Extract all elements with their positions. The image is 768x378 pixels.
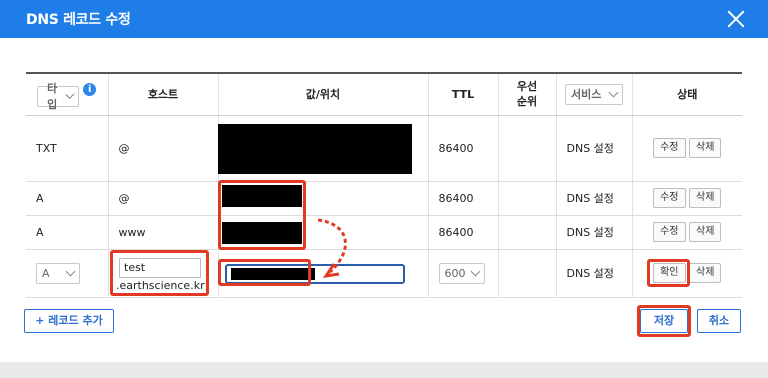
record-type: TXT — [26, 115, 109, 182]
priority-header: 우선 순위 — [498, 72, 557, 116]
delete-button[interactable]: 삭제 — [689, 222, 722, 242]
record-actions: 수정 삭제 — [632, 181, 742, 216]
record-service: DNS 설정 — [556, 215, 633, 250]
edit-button[interactable]: 수정 — [653, 138, 686, 158]
record-type: A — [26, 181, 109, 216]
annotation-box — [218, 180, 306, 250]
record-priority — [498, 215, 557, 250]
info-icon[interactable]: i — [83, 82, 97, 96]
service-filter-select[interactable]: 서비스 — [565, 83, 623, 105]
service-header: 서비스 — [556, 72, 633, 116]
chevron-down-icon — [65, 89, 75, 99]
edit-ttl-cell: 600 — [428, 249, 499, 298]
record-ttl: 86400 — [428, 115, 499, 182]
type-header: 타입 i — [26, 72, 109, 116]
save-button[interactable]: 저장 — [640, 309, 688, 333]
ttl-select-value: 600 — [444, 266, 466, 280]
delete-button[interactable]: 삭제 — [689, 138, 722, 158]
table-row: A @ 86400 DNS 설정 수정 삭제 — [26, 181, 742, 216]
dialog-title: DNS 레코드 수정 — [26, 12, 131, 28]
edit-priority-cell — [498, 249, 557, 298]
record-host: www — [108, 215, 219, 250]
chevron-down-icon — [470, 266, 480, 276]
record-priority — [498, 115, 557, 182]
ttl-header: TTL — [428, 72, 499, 116]
cancel-button[interactable]: 취소 — [697, 309, 741, 333]
service-filter-label: 서비스 — [571, 88, 602, 102]
type-filter-label: 타입 — [47, 82, 58, 111]
annotation-box — [110, 250, 209, 296]
dialog-titlebar: DNS 레코드 수정 — [0, 0, 768, 38]
redacted-value — [218, 124, 412, 174]
edit-button[interactable]: 수정 — [653, 222, 686, 242]
annotation-arrow-icon — [317, 218, 347, 279]
record-host: @ — [108, 115, 219, 182]
record-type: A — [26, 215, 109, 250]
status-header: 상태 — [632, 72, 742, 116]
record-priority — [498, 181, 557, 216]
chevron-down-icon — [608, 87, 619, 98]
delete-button[interactable]: 삭제 — [689, 263, 722, 283]
type-filter-select[interactable]: 타입 — [37, 82, 80, 111]
dns-edit-dialog: DNS 레코드 수정 타입 i 호스트 값/위치 TTL 우선 순위 서비스 상… — [0, 0, 768, 362]
table-row: A www 86400 DNS 설정 수정 삭제 — [26, 215, 742, 250]
annotation-box — [647, 259, 690, 287]
host-header: 호스트 — [108, 72, 219, 116]
delete-button[interactable]: 삭제 — [689, 188, 722, 208]
ttl-select[interactable]: 600 — [438, 262, 485, 284]
close-icon[interactable] — [724, 7, 748, 31]
record-service: DNS 설정 — [556, 115, 633, 182]
annotation-box — [218, 259, 311, 286]
record-actions: 수정 삭제 — [632, 115, 742, 182]
record-actions: 수정 삭제 — [632, 215, 742, 250]
record-ttl: 86400 — [428, 181, 499, 216]
edit-service: DNS 설정 — [556, 249, 633, 298]
chevron-down-icon — [65, 266, 76, 276]
add-record-button[interactable]: + 레코드 추가 — [24, 309, 114, 333]
table-header: 타입 i 호스트 값/위치 TTL 우선 순위 서비스 상태 — [26, 72, 742, 116]
record-host: @ — [108, 181, 219, 216]
type-select[interactable]: A — [36, 262, 80, 284]
edit-type-cell: A — [26, 249, 109, 298]
edit-button[interactable]: 수정 — [653, 188, 686, 208]
value-header: 값/위치 — [218, 72, 429, 116]
record-service: DNS 설정 — [556, 181, 633, 216]
record-ttl: 86400 — [428, 215, 499, 250]
type-select-value: A — [42, 266, 50, 280]
